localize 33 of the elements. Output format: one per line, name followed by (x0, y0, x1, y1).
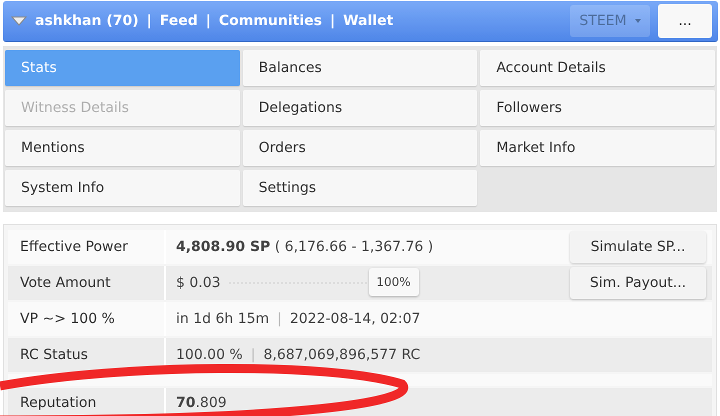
stat-label: VP ~> 100 % (8, 302, 166, 336)
menu-item[interactable]: Delegations (242, 90, 478, 126)
caret-icon (634, 19, 641, 23)
stat-value: $ 0.03 (176, 275, 221, 291)
menu-item[interactable]: Settings (242, 170, 478, 206)
payout-button[interactable]: Sim. Payout... (570, 267, 706, 299)
slider-thumb[interactable]: 100% (368, 268, 419, 296)
stat-label: Vote Amount (8, 266, 166, 300)
separator: | (330, 13, 336, 29)
stat-value: 100.00 % (176, 347, 243, 363)
stat-label: Effective Power (8, 230, 166, 264)
vote-slider[interactable]: 100% (228, 268, 419, 298)
menu-item[interactable]: Account Details (480, 50, 715, 86)
stat-value: 8,687,069,896,577 RC (263, 347, 420, 363)
menu-item[interactable]: Followers (480, 90, 715, 126)
stat-value: 4,808.90 SP ( 6,176.66 - 1,367.76 ) (176, 239, 434, 255)
separator: | (146, 13, 152, 29)
stat-value: 70.809 (176, 395, 227, 411)
stat-label: RC Status (8, 338, 166, 372)
separator: | (250, 347, 256, 363)
menu-item[interactable]: Mentions (5, 130, 240, 166)
more-button[interactable]: ... (658, 4, 712, 38)
separator: | (206, 13, 211, 29)
simulate-button[interactable]: Simulate SP... (570, 231, 706, 263)
menu-item[interactable]: System Info (5, 170, 240, 206)
separator: | (277, 311, 282, 327)
menu-item[interactable]: Balances (242, 50, 478, 86)
menu-item[interactable]: Orders (242, 130, 478, 166)
menu-item[interactable]: Market Info (480, 130, 715, 166)
stat-value: 2022-08-14, 02:07 (290, 311, 420, 327)
stat-value: in 1d 6h 15m (176, 311, 270, 327)
stat-label: Reputation (8, 388, 166, 416)
caret-icon[interactable] (11, 16, 27, 26)
